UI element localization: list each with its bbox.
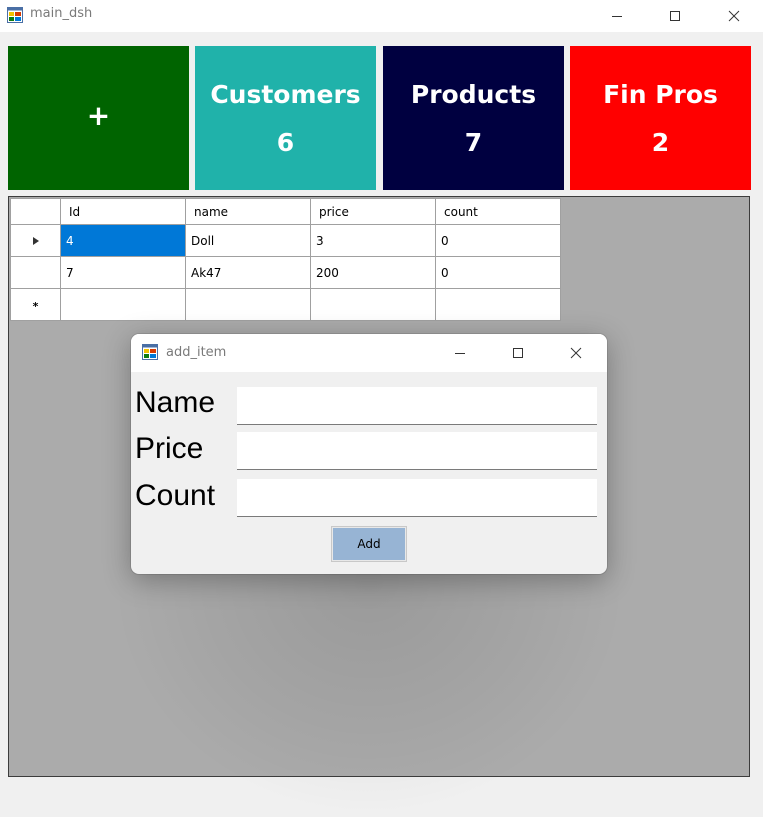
customers-tile-count: 6 (276, 128, 295, 157)
winforms-app-icon (142, 344, 158, 360)
count-input[interactable] (237, 479, 597, 517)
column-header-price[interactable]: price (310, 198, 436, 225)
new-row-marker: * (11, 289, 60, 320)
minimize-button[interactable] (594, 0, 640, 32)
dialog-title: add_item (166, 345, 227, 360)
cell-count[interactable] (435, 288, 561, 321)
datagrid-header-row: Id name price count (10, 198, 561, 225)
customers-tile-label: Customers (210, 80, 361, 109)
price-input[interactable] (237, 432, 597, 470)
close-button[interactable] (711, 0, 757, 32)
cell-price[interactable]: 200 (310, 256, 436, 289)
cell-count[interactable]: 0 (435, 256, 561, 289)
cell-id[interactable]: 7 (60, 256, 186, 289)
cell-price[interactable]: 3 (310, 224, 436, 257)
finpros-tile-count: 2 (651, 128, 670, 157)
dialog-minimize-button[interactable] (437, 337, 483, 369)
customers-tile[interactable]: Customers 6 (195, 46, 376, 190)
add-tile-button[interactable]: + (8, 46, 189, 190)
minimize-icon (455, 353, 465, 354)
finpros-tile-label: Fin Pros (603, 80, 718, 109)
finpros-tile[interactable]: Fin Pros 2 (570, 46, 751, 190)
maximize-button[interactable] (652, 0, 698, 32)
cell-price[interactable] (310, 288, 436, 321)
dialog-maximize-button[interactable] (495, 337, 541, 369)
add-item-dialog[interactable]: add_item Name Price Count Add (131, 334, 607, 574)
products-tile-label: Products (410, 80, 537, 109)
cell-id[interactable]: 4 (60, 224, 186, 257)
cell-count[interactable]: 0 (435, 224, 561, 257)
new-row[interactable]: * (10, 288, 561, 321)
row-header-corner[interactable] (10, 198, 61, 225)
table-row[interactable]: 4 Doll 3 0 (10, 224, 561, 257)
cell-id[interactable] (60, 288, 186, 321)
products-tile-count: 7 (464, 128, 483, 157)
add-button[interactable]: Add (331, 526, 407, 562)
cell-name[interactable] (185, 288, 311, 321)
minimize-icon (612, 16, 622, 17)
name-label: Name (135, 386, 216, 419)
cell-name[interactable]: Ak47 (185, 256, 311, 289)
current-row-icon (32, 236, 39, 245)
close-icon (728, 10, 740, 22)
column-header-id[interactable]: Id (60, 198, 186, 225)
dialog-titlebar[interactable]: add_item (131, 334, 607, 372)
datagrid-table[interactable]: Id name price count 4 Doll 3 0 7 Ak47 20… (10, 198, 561, 321)
row-header[interactable] (10, 224, 61, 257)
column-header-name[interactable]: name (185, 198, 311, 225)
price-label: Price (135, 432, 204, 465)
new-row-asterisk: * (32, 299, 39, 313)
products-tile[interactable]: Products 7 (383, 46, 564, 190)
winforms-app-icon (7, 7, 23, 23)
main-titlebar[interactable]: main_dsh (0, 0, 763, 32)
table-row[interactable]: 7 Ak47 200 0 (10, 256, 561, 289)
row-header[interactable]: * (10, 288, 61, 321)
name-input[interactable] (237, 387, 597, 425)
dialog-close-button[interactable] (553, 337, 599, 369)
add-tile-label: + (86, 99, 111, 132)
maximize-icon (513, 348, 523, 358)
count-label: Count (135, 479, 216, 512)
close-icon (570, 347, 582, 359)
row-header[interactable] (10, 256, 61, 289)
main-window-title: main_dsh (30, 6, 93, 21)
maximize-icon (670, 11, 680, 21)
column-header-count[interactable]: count (435, 198, 561, 225)
cell-name[interactable]: Doll (185, 224, 311, 257)
